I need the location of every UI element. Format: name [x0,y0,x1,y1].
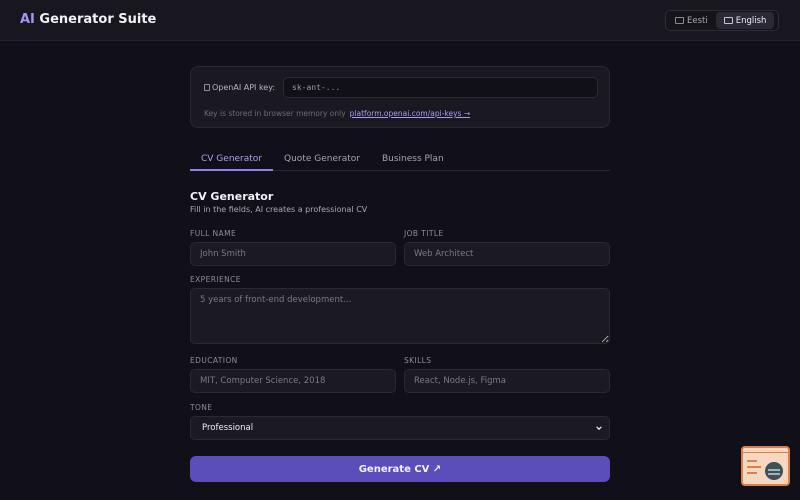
education-label: EDUCATION [190,356,238,365]
tone-select[interactable]: Professional [190,416,610,440]
widget-line [747,472,757,474]
language-switch: Eesti English [665,10,779,31]
form-subtitle: Fill in the fields, AI creates a profess… [190,205,368,214]
app-title: AI Generator Suite [20,12,157,27]
generate-cv-button[interactable]: Generate CV ↗ [190,456,610,482]
experience-label: EXPERIENCE [190,275,241,284]
tab-quote-generator[interactable]: Quote Generator [273,148,371,170]
api-key-label: OpenAI API key: [204,83,275,92]
api-key-card: OpenAI API key: Key is stored in browser… [190,66,610,128]
language-estonian-button[interactable]: Eesti [667,12,716,29]
tone-label: TONE [190,403,213,412]
api-key-input[interactable] [283,77,598,98]
widget-line [747,460,757,462]
api-keys-link[interactable]: platform.openai.com/api-keys → [350,109,470,118]
language-english-button[interactable]: English [715,12,775,29]
floating-assistant-widget[interactable] [741,446,790,486]
tab-cv-generator[interactable]: CV Generator [190,148,274,171]
skills-label: SKILLS [404,356,432,365]
widget-titlebar [743,448,788,453]
full-name-input[interactable] [190,242,396,266]
education-input[interactable] [190,369,396,393]
flag-icon [723,17,733,24]
chevron-down-icon [596,426,602,431]
key-icon [204,84,210,91]
flag-icon [675,17,684,24]
experience-textarea[interactable] [190,288,610,344]
job-title-input[interactable] [404,242,610,266]
generator-tabs: CV Generator Quote Generator Business Pl… [190,148,610,171]
skills-input[interactable] [404,369,610,393]
tone-selected-value: Professional [202,423,254,433]
widget-line [747,466,761,468]
api-key-note: Key is stored in browser memory only pla… [204,109,471,118]
app-header: AI Generator Suite Eesti English [0,0,800,41]
tab-business-plan[interactable]: Business Plan [371,148,455,170]
magnifier-icon [763,460,785,482]
job-title-label: JOB TITLE [404,229,444,238]
form-title: CV Generator [190,190,274,203]
full-name-label: FULL NAME [190,229,237,238]
